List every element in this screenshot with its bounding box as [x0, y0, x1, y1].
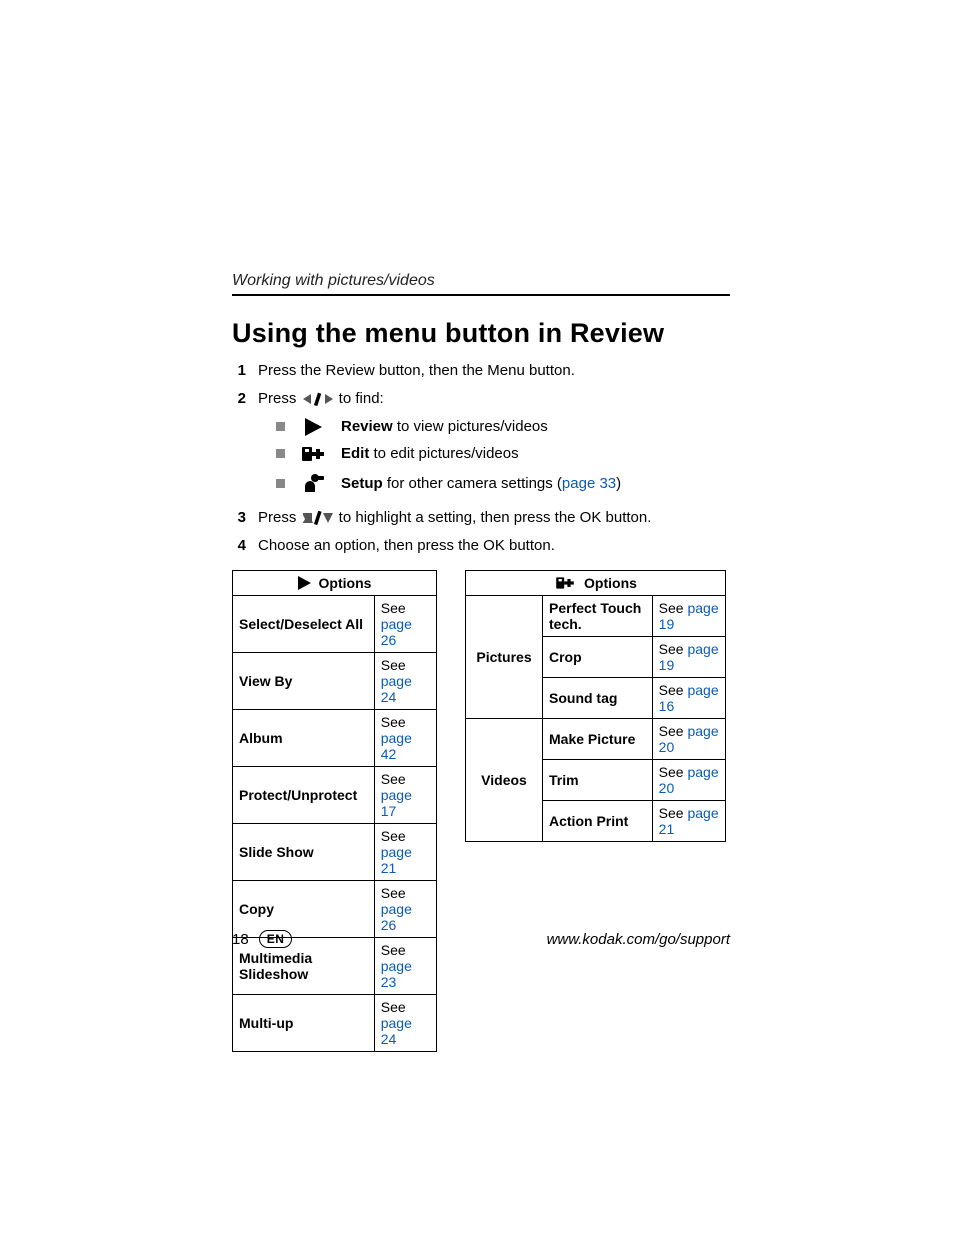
option-name: Sound tag — [543, 678, 653, 719]
option-name: Action Print — [543, 801, 653, 842]
breadcrumb: Working with pictures/videos — [232, 272, 730, 296]
step-number: 2 — [232, 389, 246, 409]
option-name: Make Picture — [543, 719, 653, 760]
edit-icon — [299, 444, 327, 464]
option-name: Protect/Unprotect — [233, 767, 375, 824]
option-ref: See page 24 — [374, 995, 436, 1052]
option-ref: See page 24 — [374, 653, 436, 710]
step-2-text: Press to find: — [258, 389, 730, 409]
option-name: Perfect Touch tech. — [543, 596, 653, 637]
options-header: Options — [584, 575, 637, 591]
table-row: Select/Deselect AllSee page 26 — [233, 596, 437, 653]
option-name: Select/Deselect All — [233, 596, 375, 653]
step-3-text: Press to highlight a setting, then press… — [258, 508, 730, 528]
table-row: Multi-upSee page 24 — [233, 995, 437, 1052]
page-link[interactable]: page 26 — [381, 616, 412, 648]
bullet-setup: Setup for other camera settings (page 33… — [341, 475, 621, 492]
page-footer: 18 EN www.kodak.com/go/support — [232, 930, 730, 948]
option-ref: See page 19 — [652, 596, 725, 637]
table-row: CopySee page 26 — [233, 881, 437, 938]
option-name: Crop — [543, 637, 653, 678]
category-cell: Videos — [466, 719, 543, 842]
option-name: Copy — [233, 881, 375, 938]
step-number: 3 — [232, 508, 246, 528]
category-cell: Pictures — [466, 596, 543, 719]
setup-icon — [299, 472, 327, 496]
options-table-edit: Options PicturesPerfect Touch tech.See p… — [465, 570, 726, 842]
page-number: 18 — [232, 931, 249, 948]
step-4-text: Choose an option, then press the OK butt… — [258, 536, 730, 556]
option-ref: See page 17 — [374, 767, 436, 824]
options-table-review: Options Select/Deselect AllSee page 26Vi… — [232, 570, 437, 1052]
option-name: Slide Show — [233, 824, 375, 881]
option-ref: See page 20 — [652, 719, 725, 760]
option-ref: See page 26 — [374, 596, 436, 653]
page-link[interactable]: page 42 — [381, 730, 412, 762]
page-33-link[interactable]: page 33 — [562, 475, 616, 492]
table-row: VideosMake PictureSee page 20 — [466, 719, 726, 760]
table-row: View BySee page 24 — [233, 653, 437, 710]
option-ref: See page 21 — [374, 824, 436, 881]
option-name: Multi-up — [233, 995, 375, 1052]
option-ref: See page 16 — [652, 678, 725, 719]
language-badge: EN — [259, 930, 293, 948]
page-link[interactable]: page 21 — [381, 844, 412, 876]
step-number: 4 — [232, 536, 246, 556]
edit-icon — [554, 575, 576, 591]
bullet-review: Review to view pictures/videos — [341, 418, 548, 435]
step-number: 1 — [232, 361, 246, 381]
page-link[interactable]: page 17 — [381, 787, 412, 819]
table-row: Protect/UnprotectSee page 17 — [233, 767, 437, 824]
bullet-icon — [276, 449, 285, 458]
option-ref: See page 20 — [652, 760, 725, 801]
page-link[interactable]: page 26 — [381, 901, 412, 933]
left-right-arrows-icon — [303, 392, 333, 406]
up-down-arrows-icon — [303, 511, 333, 525]
table-row: AlbumSee page 42 — [233, 710, 437, 767]
page-title: Using the menu button in Review — [232, 318, 730, 349]
page-link[interactable]: page 24 — [381, 673, 412, 705]
table-row: Slide ShowSee page 21 — [233, 824, 437, 881]
table-row: PicturesPerfect Touch tech.See page 19 — [466, 596, 726, 637]
bullet-icon — [276, 422, 285, 431]
option-ref: See page 21 — [652, 801, 725, 842]
option-ref: See page 42 — [374, 710, 436, 767]
support-url[interactable]: www.kodak.com/go/support — [547, 931, 730, 948]
bullet-icon — [276, 479, 285, 488]
step-1-text: Press the Review button, then the Menu b… — [258, 361, 730, 381]
page-link[interactable]: page 24 — [381, 1015, 412, 1047]
option-name: Album — [233, 710, 375, 767]
option-name: Trim — [543, 760, 653, 801]
option-name: View By — [233, 653, 375, 710]
options-header: Options — [319, 575, 372, 591]
bullet-edit: Edit to edit pictures/videos — [341, 445, 519, 462]
page-link[interactable]: page 23 — [381, 958, 412, 990]
play-icon — [299, 418, 327, 436]
play-icon — [298, 576, 311, 590]
option-ref: See page 26 — [374, 881, 436, 938]
option-ref: See page 19 — [652, 637, 725, 678]
